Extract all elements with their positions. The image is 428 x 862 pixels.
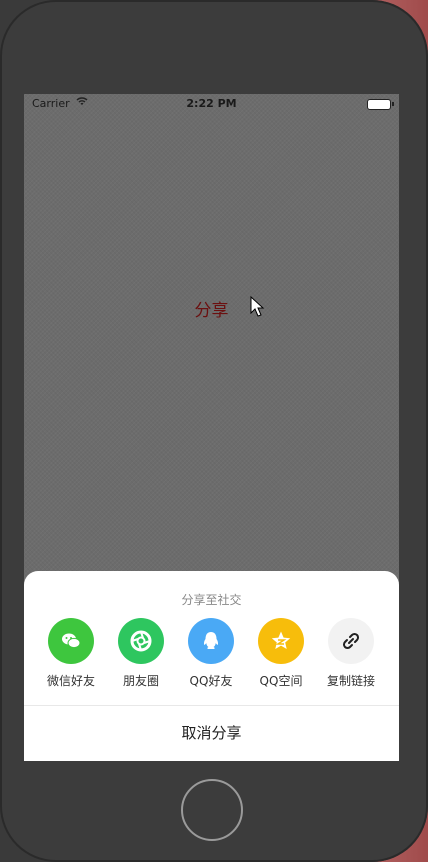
phone-frame: Carrier 2:22 PM 分享 分享至社交 微信好友 朋友圈 QQ好友 Q… bbox=[0, 0, 428, 862]
wechat-icon bbox=[48, 618, 94, 664]
moments-icon bbox=[118, 618, 164, 664]
qzone-icon bbox=[258, 618, 304, 664]
home-button[interactable] bbox=[181, 779, 243, 841]
share-wechat-button[interactable]: 微信好友 bbox=[36, 618, 106, 689]
share-link[interactable]: 分享 bbox=[24, 296, 399, 321]
pointer-cursor-icon bbox=[250, 296, 265, 317]
share-target-label: QQ空间 bbox=[259, 674, 303, 688]
share-target-label: 朋友圈 bbox=[122, 674, 159, 688]
qq-icon bbox=[188, 618, 234, 664]
battery-icon bbox=[367, 99, 394, 110]
share-target-label: 复制链接 bbox=[326, 674, 375, 688]
app-screen: Carrier 2:22 PM 分享 分享至社交 微信好友 朋友圈 QQ好友 Q… bbox=[24, 94, 399, 761]
status-bar: Carrier 2:22 PM bbox=[24, 94, 399, 114]
share-qzone-button[interactable]: QQ空间 bbox=[246, 618, 316, 689]
share-target-label: 微信好友 bbox=[46, 674, 95, 688]
copy-link-button[interactable]: 复制链接 bbox=[316, 618, 386, 689]
share-qq-button[interactable]: QQ好友 bbox=[176, 618, 246, 689]
share-moments-button[interactable]: 朋友圈 bbox=[106, 618, 176, 689]
clock: 2:22 PM bbox=[186, 97, 237, 110]
share-target-label: QQ好友 bbox=[189, 674, 233, 688]
share-sheet-title: 分享至社交 bbox=[181, 593, 242, 607]
share-targets: 微信好友 朋友圈 QQ好友 QQ空间 复制链接 bbox=[24, 618, 399, 688]
share-sheet: 分享至社交 微信好友 朋友圈 QQ好友 QQ空间 复制链接 取消分享 bbox=[24, 571, 399, 761]
link-icon bbox=[328, 618, 374, 664]
cancel-share-button[interactable]: 取消分享 bbox=[24, 706, 399, 761]
